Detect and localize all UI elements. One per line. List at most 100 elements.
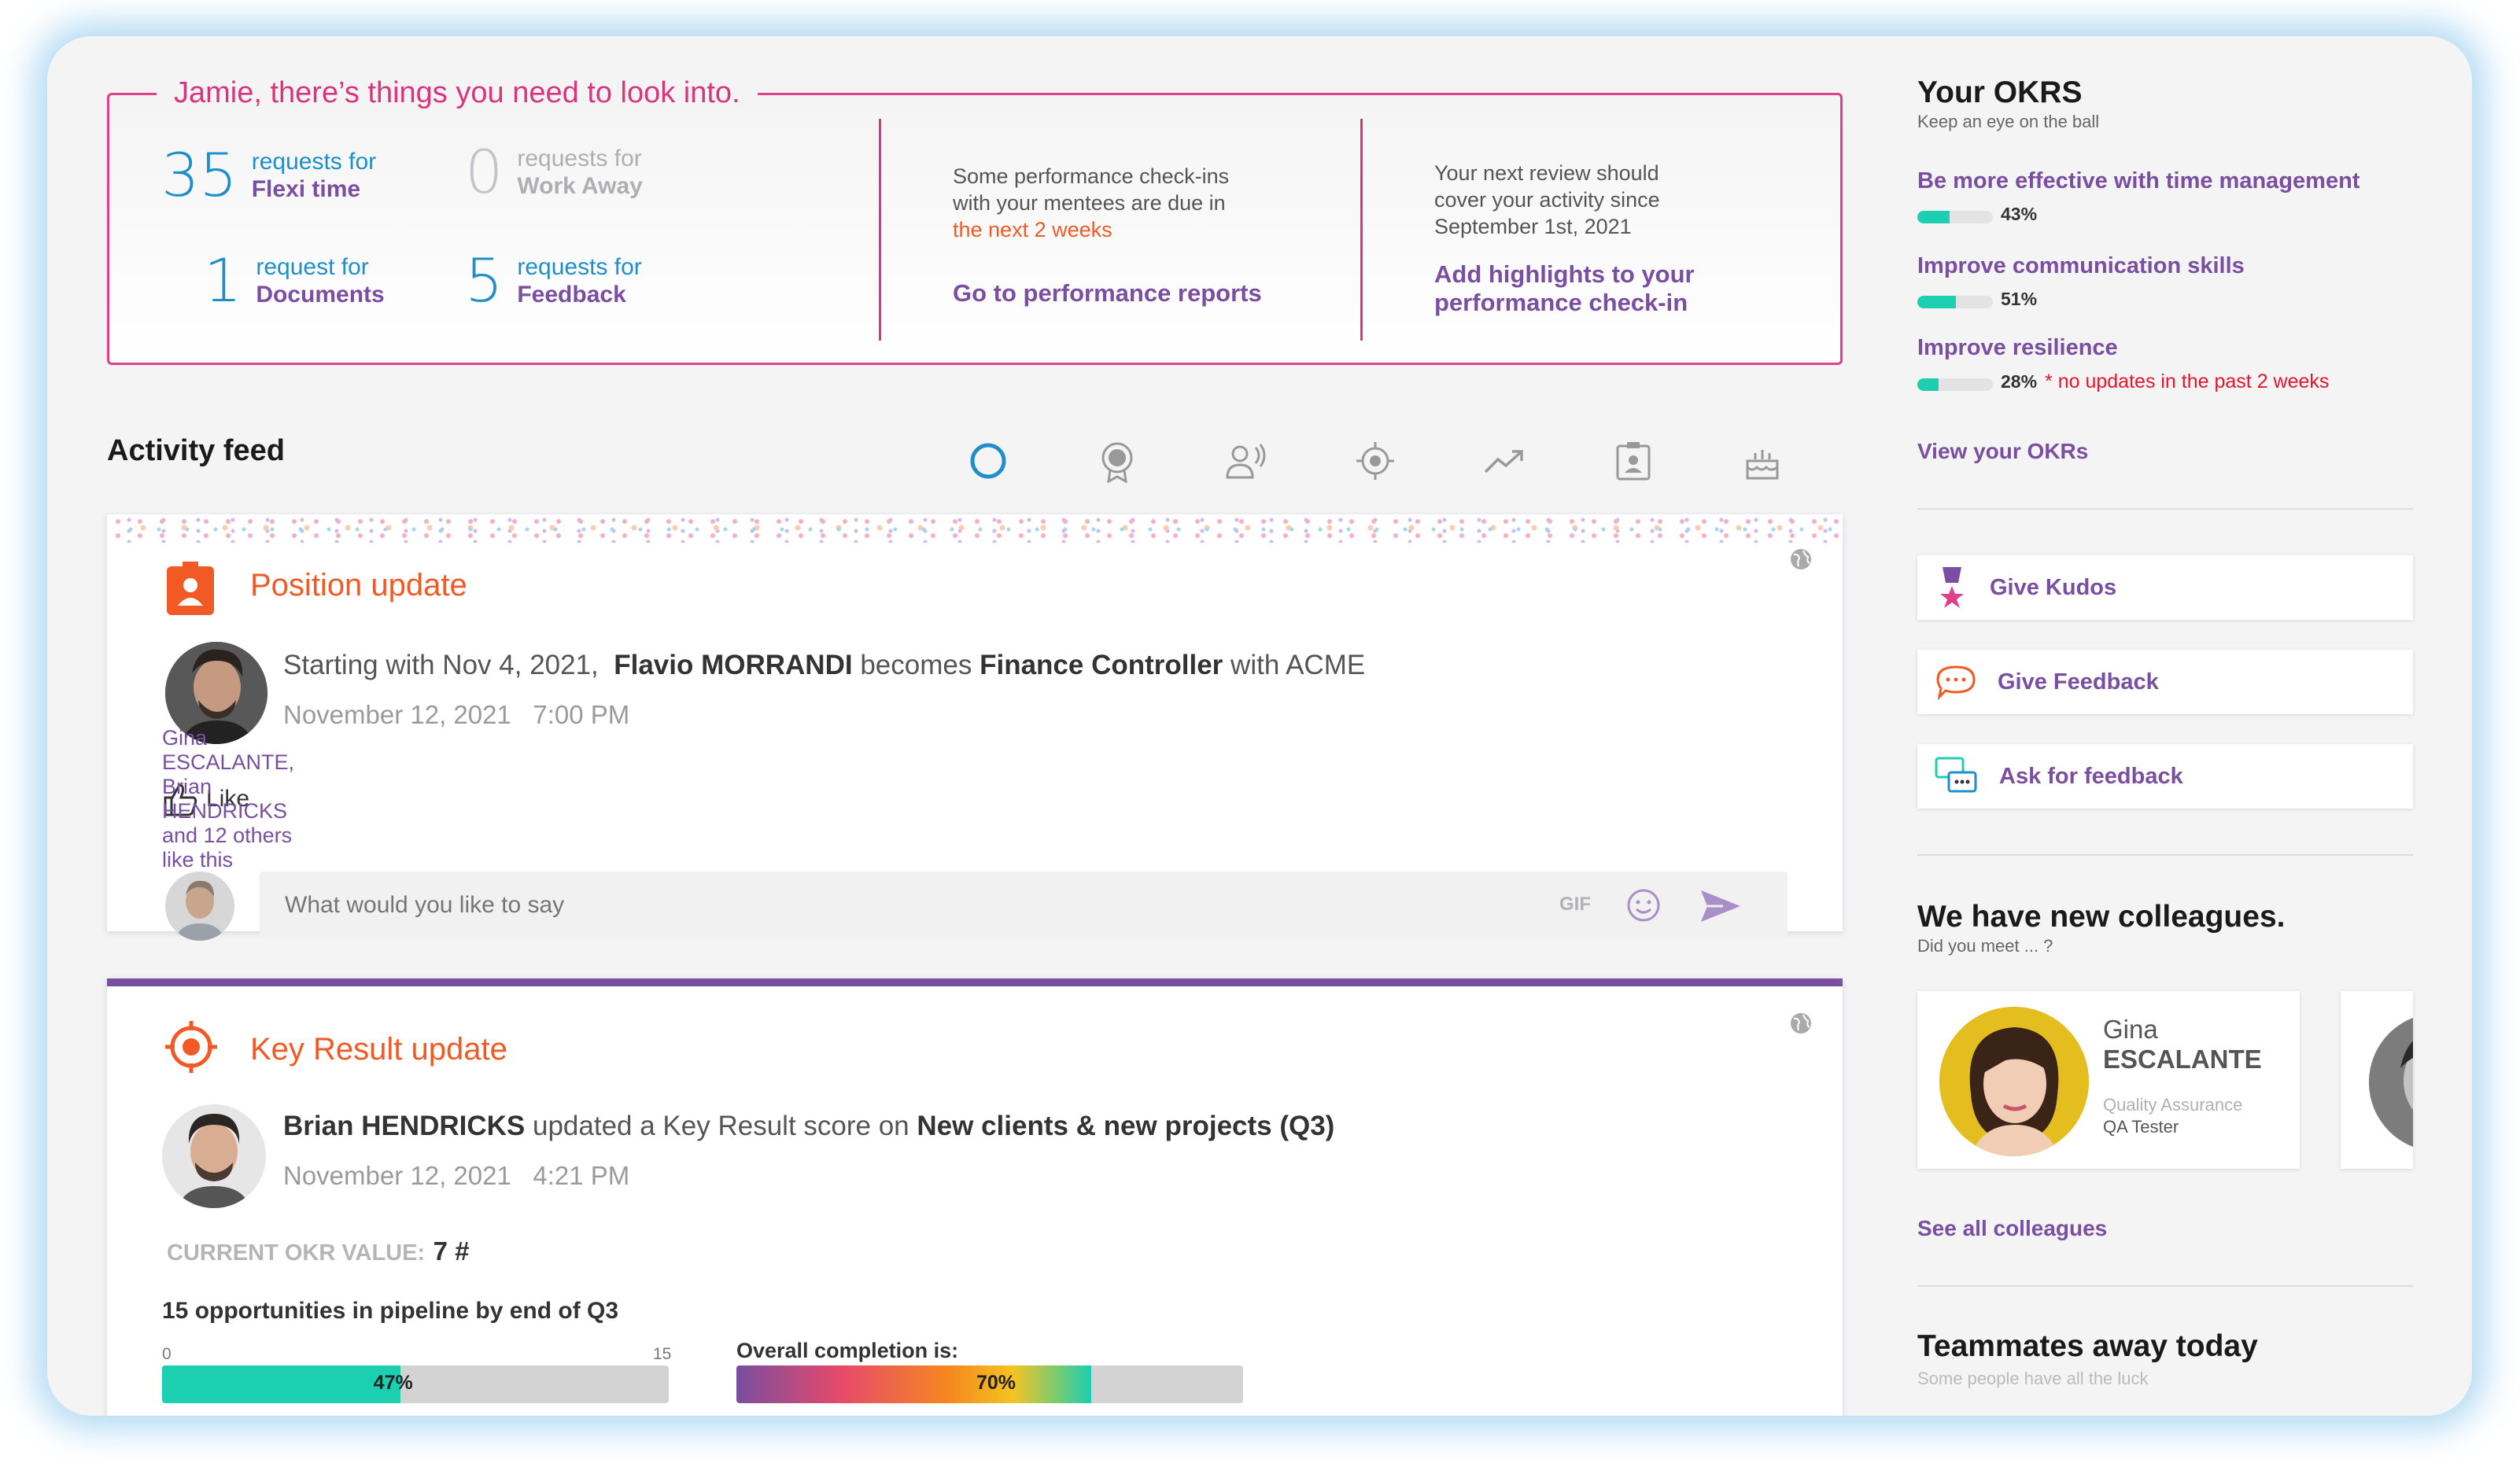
- checkins-line1: Some performance check-ins: [953, 164, 1230, 188]
- okr-progress-bar: [1917, 378, 1993, 391]
- okr-progress-bar: [1917, 295, 1993, 308]
- okrs-subtitle: Keep an eye on the ball: [1917, 112, 2100, 131]
- request-count: 0: [465, 137, 504, 207]
- completion-bar: 70%: [736, 1365, 1243, 1403]
- okr-item[interactable]: Be more effective with time management 4…: [1917, 168, 2360, 225]
- okr-item[interactable]: Improve communication skills 51%: [1917, 253, 2245, 310]
- current-okr-number: 7 #: [433, 1236, 470, 1266]
- request-documents[interactable]: 1 request for Documents: [204, 251, 385, 311]
- away-subtitle: Some people have all the luck: [1917, 1369, 2149, 1388]
- give-kudos-button[interactable]: Give Kudos: [1917, 555, 2413, 620]
- colleagues-title: We have new colleagues.: [1917, 900, 2286, 934]
- request-line1: requests for: [517, 146, 642, 171]
- divider: [1917, 854, 2413, 856]
- trend-up-icon[interactable]: [1481, 437, 1528, 485]
- kr-progress-bar: 47%: [162, 1365, 669, 1403]
- current-okr-value: CURRENT OKR VALUE: 7 #: [167, 1236, 469, 1266]
- okr-item[interactable]: Improve resilience 28% * no updates in th…: [1917, 335, 2329, 393]
- award-badge-icon[interactable]: [1094, 437, 1141, 485]
- key-result-update-card: Key Result update Brian HENDRICKS update…: [107, 978, 1843, 1416]
- scale-max: 15: [653, 1345, 672, 1363]
- confetti-decoration: [107, 514, 1843, 543]
- key-result-target-icon: [165, 1021, 217, 1073]
- kr-progress-fill: [162, 1365, 400, 1403]
- kudos-medal-icon: [1940, 567, 1964, 608]
- view-okrs-link[interactable]: View your OKRs: [1917, 439, 2088, 464]
- okr-label: Improve resilience: [1917, 335, 2118, 360]
- action-label: Ask for feedback: [1999, 763, 2183, 789]
- okr-progress-fill: [1917, 295, 1956, 308]
- statement-company: with ACME: [1230, 650, 1366, 680]
- divider: [1917, 508, 2413, 510]
- colleague-avatar: [1939, 1007, 2089, 1156]
- avatar[interactable]: [162, 1104, 266, 1208]
- birthday-cake-icon[interactable]: [1739, 437, 1786, 485]
- request-line2: Flexi time: [251, 176, 361, 202]
- add-highlights-line2: performance check-in: [1434, 289, 1688, 316]
- request-count: 1: [204, 245, 242, 315]
- checkins-notice: Some performance check-ins with your men…: [953, 163, 1229, 243]
- app-window: Jamie, there’s things you need to look i…: [47, 36, 2472, 1416]
- request-flexi-time[interactable]: 35 requests for Flexi time: [161, 146, 376, 205]
- attention-panel: Jamie, there’s things you need to look i…: [107, 76, 1843, 365]
- scale-min: 0: [162, 1345, 172, 1363]
- comment-box[interactable]: GIF: [260, 872, 1788, 939]
- review-line2: cover your activity since: [1434, 188, 1660, 212]
- see-all-colleagues-link[interactable]: See all colleagues: [1917, 1216, 2107, 1241]
- person-name[interactable]: Flavio MORRANDI: [614, 650, 852, 680]
- okr-name[interactable]: New clients & new projects (Q3): [917, 1111, 1334, 1141]
- all-circle-icon[interactable]: [965, 437, 1012, 485]
- card-title: Key Result update: [250, 1032, 507, 1067]
- checkins-highlight: the next 2 weeks: [953, 218, 1112, 241]
- attention-title: Jamie, there’s things you need to look i…: [157, 76, 758, 110]
- person-name[interactable]: Brian HENDRICKS: [283, 1111, 525, 1141]
- current-user-avatar: [165, 872, 234, 941]
- post-date: November 12, 2021 4:21 PM: [283, 1161, 630, 1190]
- okrs-title: Your OKRS: [1917, 76, 2083, 109]
- globe-icon: [1791, 549, 1811, 569]
- review-line1: Your next review should: [1434, 161, 1659, 185]
- kr-statement: Brian HENDRICKS updated a Key Result sco…: [283, 1111, 1334, 1142]
- ask-feedback-button[interactable]: Ask for feedback: [1917, 744, 2413, 809]
- add-highlights-line1: Add highlights to your: [1434, 260, 1695, 288]
- announce-person-icon[interactable]: [1223, 437, 1270, 485]
- gif-button[interactable]: GIF: [1559, 894, 1591, 916]
- request-count: 35: [161, 140, 238, 210]
- kr-name: 15 opportunities in pipeline by end of Q…: [162, 1298, 619, 1324]
- action-label: Give Kudos: [1990, 574, 2117, 600]
- target-icon[interactable]: [1352, 437, 1399, 485]
- colleague-role: QA Tester: [2103, 1117, 2179, 1137]
- request-feedback[interactable]: 5 requests for Feedback: [465, 251, 642, 311]
- colleague-card[interactable]: Gina ESCALANTE Quality Assurance QA Test…: [1917, 991, 2300, 1169]
- position-badge-icon: [167, 562, 214, 615]
- performance-reports-link[interactable]: Go to performance reports: [953, 279, 1262, 308]
- completion-value: 70%: [976, 1372, 1016, 1394]
- action-label: Give Feedback: [1998, 669, 2159, 695]
- colleague-last-name: ESCALANTE: [2103, 1045, 2262, 1074]
- emoji-icon[interactable]: [1625, 887, 1662, 923]
- okr-progress-bar: [1917, 210, 1993, 223]
- checkins-line2: with your mentees are due in: [953, 191, 1226, 215]
- add-highlights-link[interactable]: Add highlights to your performance check…: [1434, 260, 1695, 317]
- request-line2: Documents: [256, 282, 385, 308]
- colleague-avatar: [2369, 1013, 2413, 1152]
- divider: [879, 119, 881, 341]
- comment-input[interactable]: [285, 889, 1465, 922]
- statement-prefix: Starting with Nov 4, 2021,: [283, 650, 599, 680]
- likes-summary[interactable]: Gina ESCALANTE, Brian HENDRICKS and 12 o…: [162, 726, 294, 872]
- review-notice: Your next review should cover your activ…: [1434, 160, 1660, 240]
- send-icon[interactable]: [1699, 889, 1742, 923]
- kr-progress-label: 47%: [373, 1372, 413, 1394]
- colleague-card-next[interactable]: [2341, 991, 2413, 1169]
- statement-becomes: becomes: [860, 650, 972, 680]
- request-line1: requests for: [517, 254, 642, 280]
- okr-percent: 51%: [2001, 289, 2038, 309]
- divider: [1917, 1285, 2413, 1287]
- away-title: Teammates away today: [1917, 1329, 2258, 1363]
- okr-progress-fill: [1917, 210, 1950, 223]
- give-feedback-button[interactable]: Give Feedback: [1917, 650, 2413, 714]
- like-row: Like Gina ESCALANTE, Brian HENDRICKS and…: [162, 726, 294, 872]
- card-title: Position update: [250, 568, 467, 602]
- request-work-away[interactable]: 0 requests for Work Away: [465, 142, 643, 202]
- id-badge-icon[interactable]: [1610, 437, 1657, 485]
